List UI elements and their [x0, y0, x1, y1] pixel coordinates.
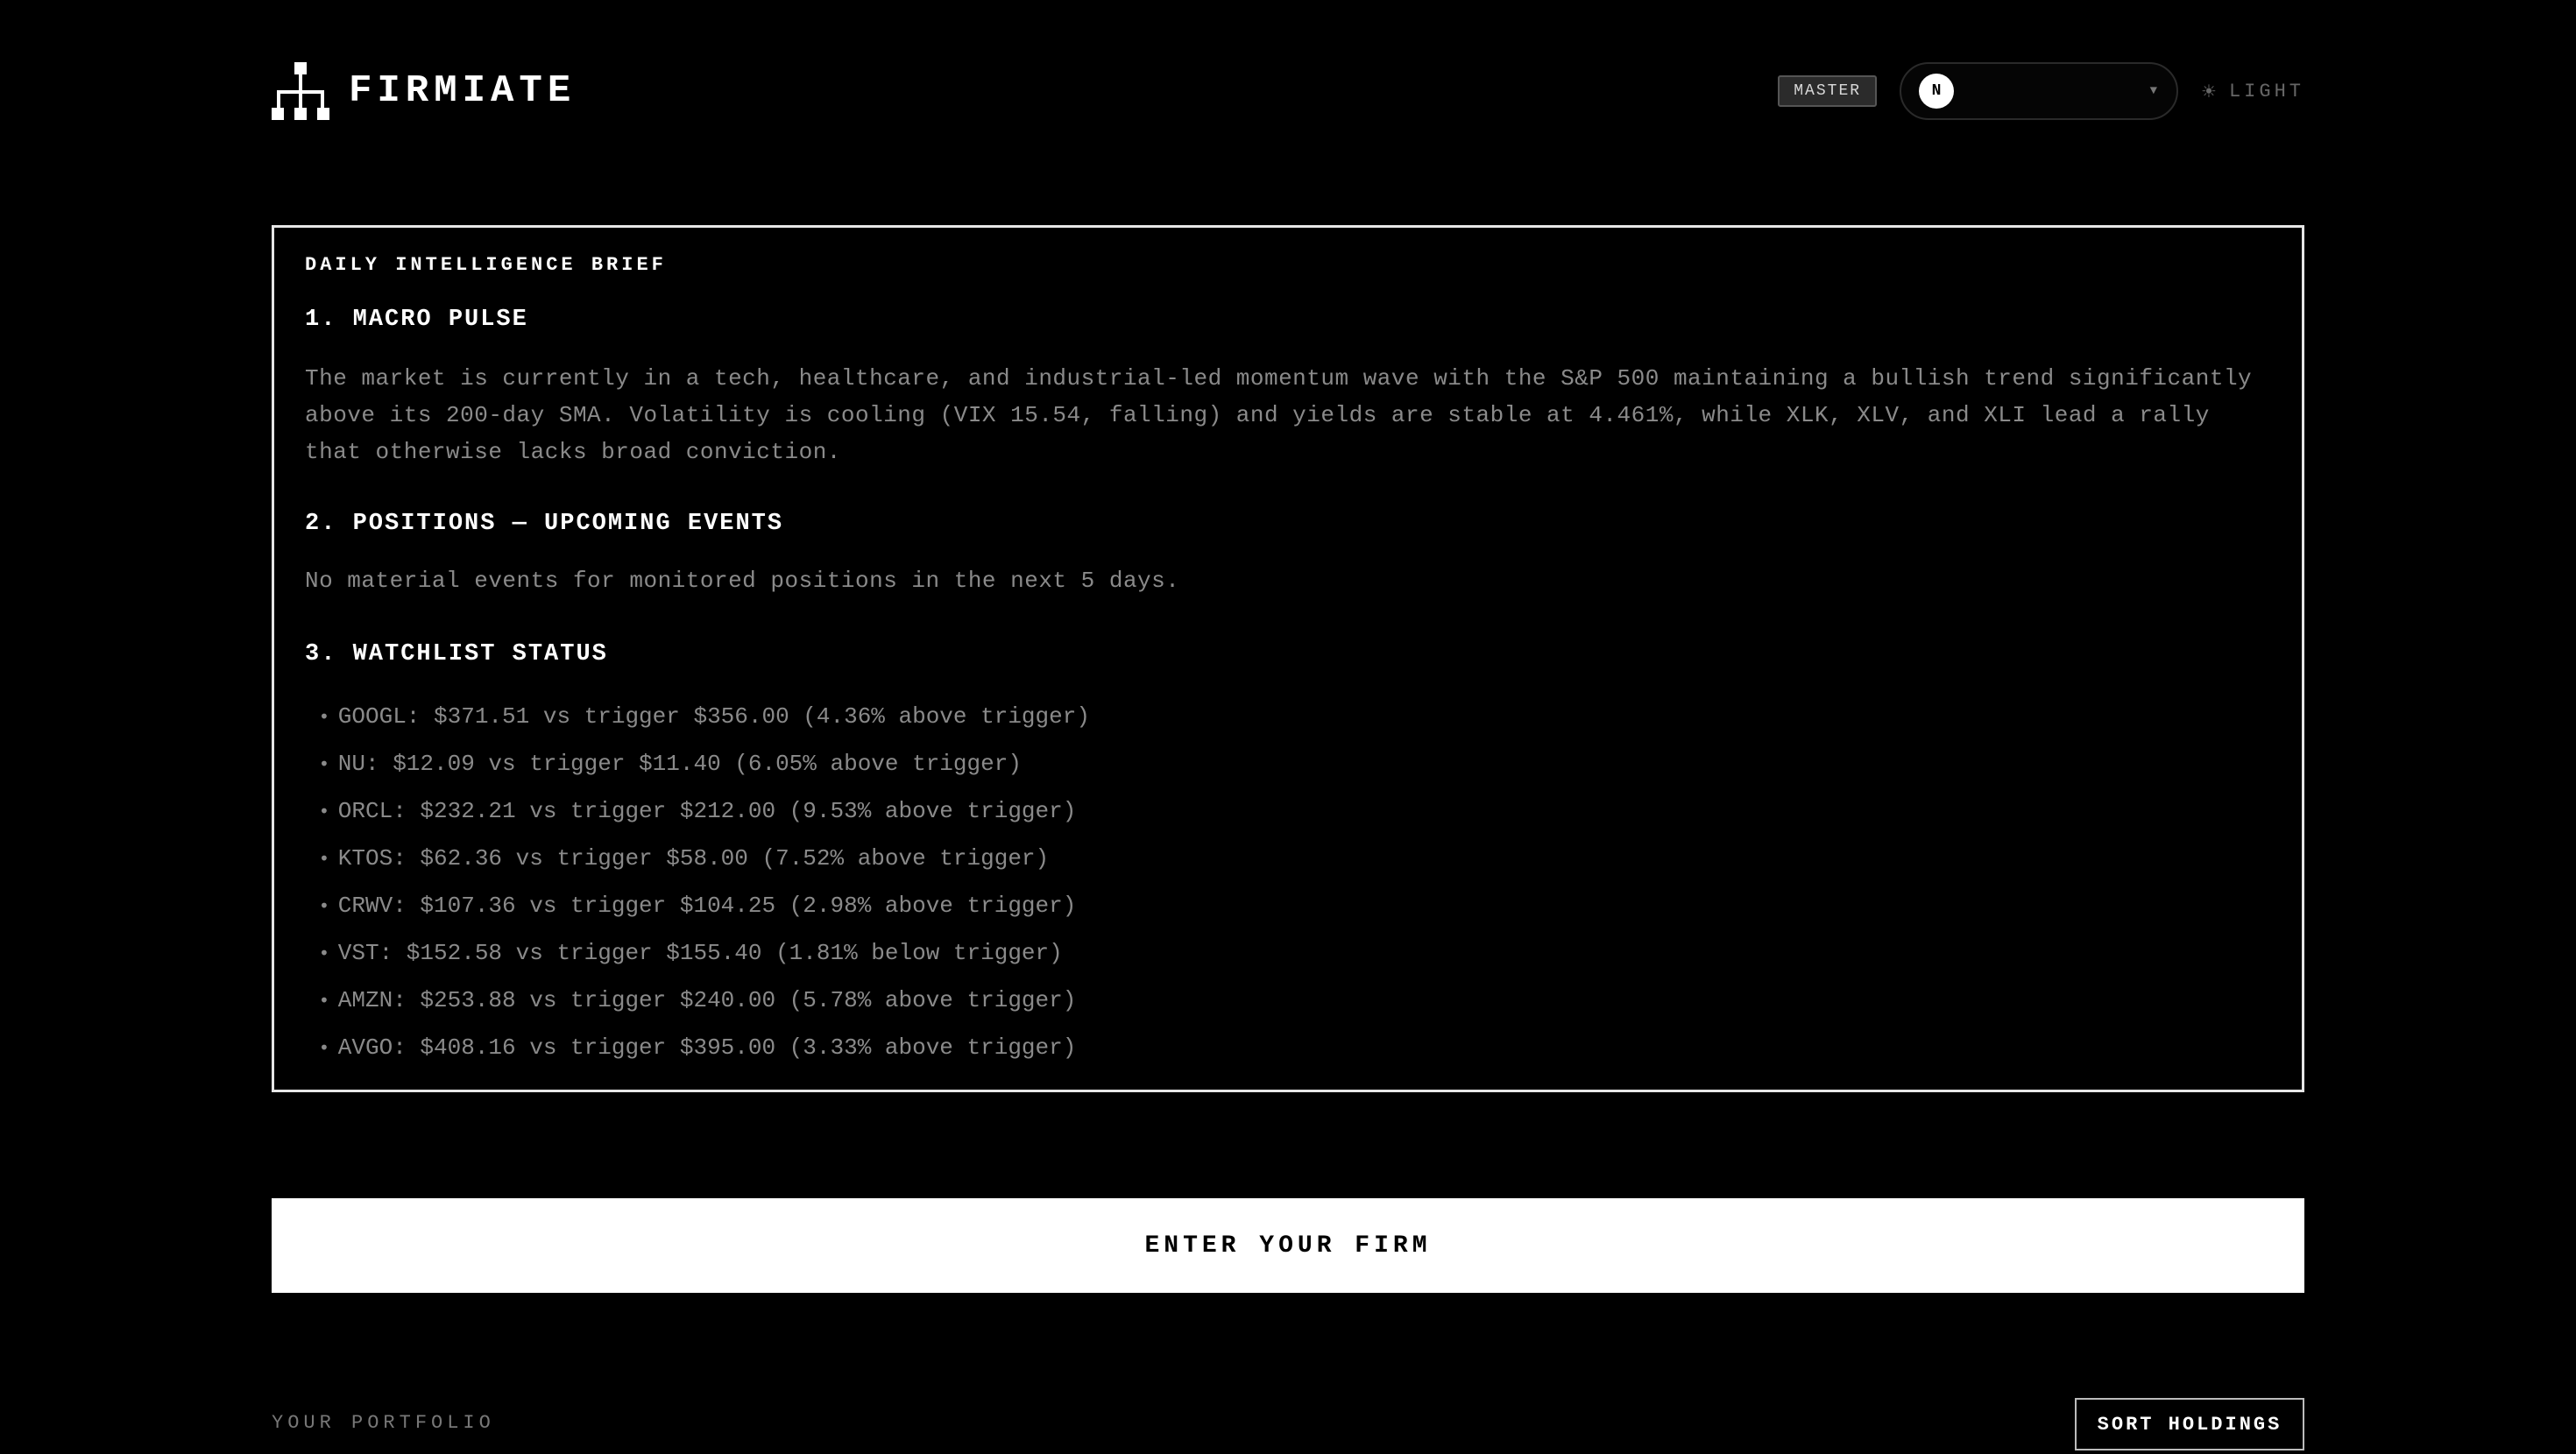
macro-pulse-text: The market is currently in a tech, healt… — [305, 365, 2253, 465]
user-selector[interactable]: N ▼ — [1900, 62, 2179, 120]
bullet-icon: • — [319, 990, 329, 1011]
bullet-icon: • — [319, 848, 329, 869]
org-chart-icon — [272, 62, 329, 120]
theme-toggle-button[interactable]: ☀ LIGHT — [2201, 81, 2304, 102]
list-item: • GOOGL: $371.51 vs trigger $356.00 (4.36… — [319, 693, 2270, 740]
watchlist-item-text: AVGO: $408.16 vs trigger $395.00 (3.33% … — [337, 1034, 1077, 1061]
bullet-icon: • — [319, 942, 329, 963]
role-badge: MASTER — [1778, 75, 1878, 107]
list-item: • NU: $12.09 vs trigger $11.40 (6.05% abo… — [319, 740, 2270, 787]
watchlist-item-text: NU: $12.09 vs trigger $11.40 (6.05% abov… — [337, 751, 1022, 777]
watchlist-item-text: VST: $152.58 vs trigger $155.40 (1.81% b… — [337, 940, 1063, 966]
section-heading-watchlist: 3. WATCHLIST STATUS — [305, 641, 608, 667]
avatar: N — [1919, 74, 1955, 109]
enter-firm-button[interactable]: ENTER YOUR FIRM — [272, 1198, 2304, 1293]
watchlist: • GOOGL: $371.51 vs trigger $356.00 (4.36… — [305, 693, 2270, 1071]
list-item: • AMZN: $253.88 vs trigger $240.00 (5.78%… — [319, 977, 2270, 1024]
brief-title: DAILY INTELLIGENCE BRIEF — [305, 254, 667, 276]
watchlist-item-text: KTOS: $62.36 vs trigger $58.00 (7.52% ab… — [337, 845, 1050, 872]
bullet-icon: • — [319, 1037, 329, 1058]
header-controls: MASTER N ▼ ☀ LIGHT — [1778, 61, 2304, 121]
section-heading-macro: 1. MACRO PULSE — [305, 307, 528, 333]
brand-name: FIRMIATE — [349, 69, 577, 113]
watchlist-item-text: ORCL: $232.21 vs trigger $212.00 (9.53% … — [337, 798, 1077, 824]
positions-text: No material events for monitored positio… — [305, 568, 1180, 594]
list-item: • ORCL: $232.21 vs trigger $212.00 (9.53%… — [319, 787, 2270, 835]
bullet-icon: • — [319, 753, 329, 774]
bullet-icon: • — [319, 895, 329, 916]
bullet-icon: • — [319, 801, 329, 822]
portfolio-section-label: YOUR PORTFOLIO — [272, 1412, 495, 1434]
section-heading-positions: 2. POSITIONS — UPCOMING EVENTS — [305, 511, 784, 537]
list-item: • KTOS: $62.36 vs trigger $58.00 (7.52% a… — [319, 835, 2270, 882]
sort-holdings-button[interactable]: SORT HOLDINGS — [2075, 1398, 2304, 1450]
list-item: • CRWV: $107.36 vs trigger $104.25 (2.98%… — [319, 882, 2270, 929]
brand[interactable]: FIRMIATE — [272, 61, 576, 121]
bullet-icon: • — [319, 706, 329, 727]
watchlist-item-text: AMZN: $253.88 vs trigger $240.00 (5.78% … — [337, 987, 1077, 1013]
watchlist-item-text: GOOGL: $371.51 vs trigger $356.00 (4.36%… — [337, 703, 1090, 730]
list-item: • AVGO: $408.16 vs trigger $395.00 (3.33%… — [319, 1024, 2270, 1071]
watchlist-item-text: CRWV: $107.36 vs trigger $104.25 (2.98% … — [337, 893, 1077, 919]
theme-toggle-label: LIGHT — [2228, 80, 2304, 102]
list-item: • VST: $152.58 vs trigger $155.40 (1.81% … — [319, 929, 2270, 977]
top-header: FIRMIATE MASTER N ▼ ☀ LIGHT — [272, 61, 2304, 121]
daily-brief-card: DAILY INTELLIGENCE BRIEF 1. MACRO PULSE … — [272, 225, 2304, 1092]
chevron-down-icon: ▼ — [2149, 84, 2158, 98]
sun-icon: ☀ — [2201, 81, 2220, 102]
